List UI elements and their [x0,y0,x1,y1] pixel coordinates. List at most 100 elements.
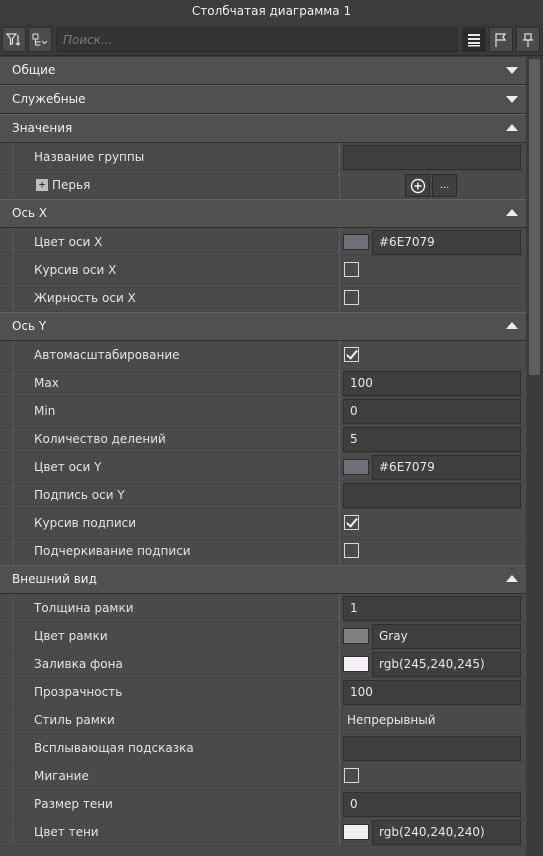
opacity-field[interactable]: 100 [343,680,521,705]
color-swatch[interactable] [343,459,369,475]
prop-label: Подчеркивание подписи [34,544,191,558]
section-appearance[interactable]: Внешний вид [0,565,526,594]
axis-x-color-field[interactable]: #6E7079 [372,230,521,255]
section-service[interactable]: Служебные [0,85,526,114]
add-circle-icon [410,178,425,193]
color-swatch[interactable] [343,234,369,250]
min-field[interactable]: 0 [343,399,521,424]
property-grid: Общие Служебные Значения Название группы… [0,56,526,846]
prop-border-width: Толщина рамки 1 [0,594,526,622]
prop-label: Цвет рамки [34,629,108,643]
chevron-up-icon[interactable] [506,322,518,329]
prop-shadow-color: Цвет тени rgb(240,240,240) [0,818,526,846]
prop-label: Количество делений [34,432,166,446]
prop-label: Цвет оси Y [34,460,102,474]
prop-label: Размер тени [34,797,113,811]
max-field[interactable]: 100 [343,371,521,396]
prop-label: Max [34,376,59,390]
prop-background: Заливка фона rgb(245,240,245) [0,650,526,678]
toolbar [0,24,543,56]
list-view-icon[interactable] [462,27,486,52]
chevron-down-icon[interactable] [506,96,518,103]
section-label: Значения [12,121,73,135]
prop-blink: Мигание [0,762,526,790]
prop-label: Заливка фона [34,657,123,671]
autoscale-checkbox[interactable] [344,347,359,362]
prop-autoscale: Автомасштабирование [0,341,526,369]
caption-italic-checkbox[interactable] [344,515,359,530]
color-swatch[interactable] [343,628,369,644]
color-swatch[interactable] [343,656,369,672]
prop-label: Цвет оси X [34,235,103,249]
prop-opacity: Прозрачность 100 [0,678,526,706]
section-label: Ось X [12,206,48,220]
section-values[interactable]: Значения [0,114,526,143]
background-field[interactable]: rgb(245,240,245) [372,652,521,677]
color-swatch[interactable] [343,824,369,840]
prop-label: Прозрачность [34,685,123,699]
search-input[interactable] [56,27,458,52]
prop-label: Min [34,404,56,418]
prop-group-name: Название группы [0,143,526,171]
tooltip-field[interactable] [343,736,521,761]
more-button[interactable]: ... [432,174,457,197]
blink-checkbox[interactable] [344,768,359,783]
prop-caption-italic: Курсив подписи [0,509,526,537]
axis-x-italic-checkbox[interactable] [344,262,359,277]
prop-border-color: Цвет рамки Gray [0,622,526,650]
prop-pens: + Перья ... [0,171,526,199]
prop-axis-x-bold: Жирность оси X [0,284,526,312]
prop-label: Автомасштабирование [34,348,180,362]
chevron-up-icon[interactable] [506,575,518,582]
prop-label: Всплывающая подсказка [34,741,194,755]
axis-x-bold-checkbox[interactable] [344,290,359,305]
section-label: Внешний вид [12,572,97,586]
caption-underline-checkbox[interactable] [344,543,359,558]
filter-sort-icon[interactable] [2,27,26,52]
axis-y-caption-field[interactable] [343,483,521,508]
shadow-color-field[interactable]: rgb(240,240,240) [372,820,521,845]
group-name-field[interactable] [343,145,521,170]
chevron-up-icon[interactable] [506,124,518,131]
scrollbar-thumb[interactable] [529,59,540,375]
flag-icon[interactable] [489,27,513,52]
prop-divisions: Количество делений 5 [0,425,526,453]
shadow-size-field[interactable]: 0 [343,792,521,817]
prop-label: Толщина рамки [34,601,134,615]
border-color-field[interactable]: Gray [372,624,521,649]
prop-border-style: Стиль рамки Непрерывный [0,706,526,734]
prop-label: Мигание [34,769,89,783]
prop-axis-x-color: Цвет оси X #6E7079 [0,228,526,256]
prop-label: Курсив подписи [34,516,137,530]
pin-icon[interactable] [516,27,540,52]
axis-y-color-field[interactable]: #6E7079 [372,455,521,480]
prop-label: Название группы [34,150,145,164]
expand-plus-icon[interactable]: + [36,179,48,191]
section-label: Ось Y [12,319,47,333]
section-label: Служебные [12,92,86,106]
add-pen-button[interactable] [405,174,430,197]
collapse-tree-icon[interactable] [28,27,52,52]
chevron-down-icon[interactable] [506,67,518,74]
prop-label: Курсив оси X [34,263,117,277]
border-width-field[interactable]: 1 [343,596,521,621]
section-general[interactable]: Общие [0,56,526,85]
prop-shadow-size: Размер тени 0 [0,790,526,818]
border-style-select[interactable]: Непрерывный [347,706,436,734]
window-title: Столбчатая диаграмма 1 [0,0,543,24]
divisions-field[interactable]: 5 [343,427,521,452]
prop-label: Перья [52,178,91,192]
prop-min: Min 0 [0,397,526,425]
section-axis-x[interactable]: Ось X [0,199,526,228]
prop-axis-y-caption: Подпись оси Y [0,481,526,509]
prop-max: Max 100 [0,369,526,397]
prop-label: Стиль рамки [34,713,115,727]
prop-label: Цвет тени [34,825,99,839]
prop-label: Подпись оси Y [34,488,125,502]
prop-tooltip: Всплывающая подсказка [0,734,526,762]
prop-axis-y-color: Цвет оси Y #6E7079 [0,453,526,481]
chevron-up-icon[interactable] [506,209,518,216]
prop-label: Жирность оси X [34,291,136,305]
section-label: Общие [12,63,56,77]
section-axis-y[interactable]: Ось Y [0,312,526,341]
